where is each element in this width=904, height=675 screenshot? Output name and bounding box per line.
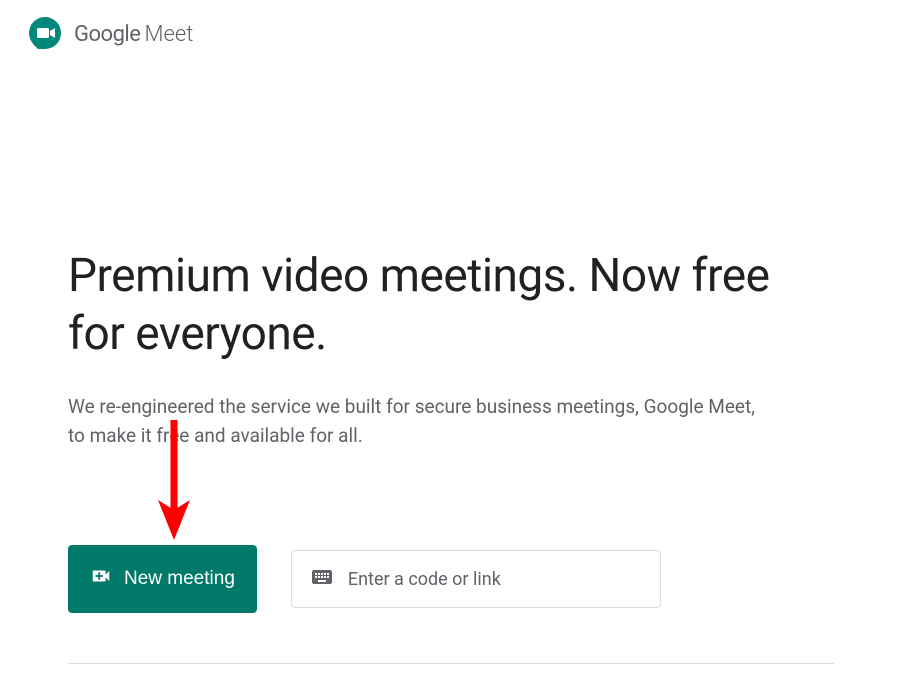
new-meeting-label: New meeting [124, 568, 235, 590]
meet-logo-icon [28, 16, 64, 52]
video-plus-icon [90, 565, 112, 593]
code-input[interactable] [348, 569, 642, 590]
code-input-container[interactable] [291, 550, 661, 608]
divider [68, 663, 834, 664]
logo-meet-text: Meet [144, 22, 193, 47]
logo-google-text: Google [74, 22, 140, 47]
page-headline: Premium video meetings. Now free for eve… [68, 248, 836, 363]
keyboard-icon [310, 565, 334, 593]
logo-text: Google Meet [74, 22, 193, 47]
new-meeting-button[interactable]: New meeting [68, 545, 257, 613]
header: Google Meet [0, 0, 904, 68]
main-content: Premium video meetings. Now free for eve… [0, 68, 904, 664]
page-subtext: We re-engineered the service we built fo… [68, 393, 768, 450]
action-row: New meeting [68, 545, 836, 613]
